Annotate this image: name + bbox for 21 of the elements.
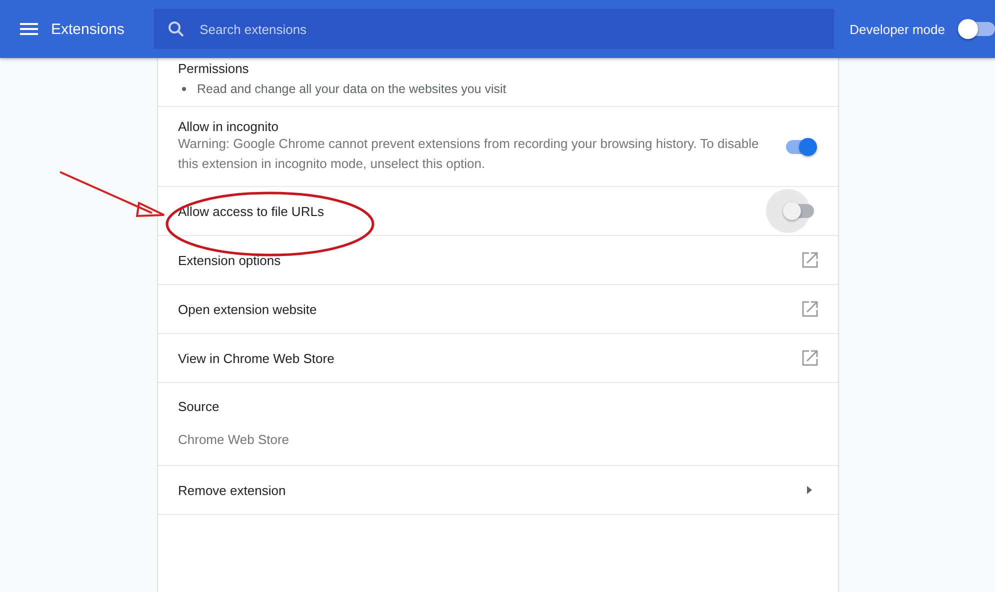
developer-mode-label: Developer mode (850, 22, 945, 36)
link-label[interactable]: Open extension website (178, 302, 317, 316)
setting-label: Allow access to file URLs (178, 204, 324, 218)
setting-label: Allow in incognito (178, 119, 280, 134)
link-label[interactable]: Extension options (178, 252, 281, 268)
source-value: Chrome Web Store (178, 432, 290, 447)
open-in-new-icon[interactable] (802, 301, 818, 317)
developer-mode-toggle[interactable] (961, 22, 995, 36)
setting-description: Warning: Google Chrome cannot prevent extensions from recording your browsing history. To disable this extension in incognito mode, unselect this option. (178, 135, 760, 173)
setting-label: Source (178, 399, 220, 414)
link-label[interactable]: View in Chrome Web Store (178, 350, 334, 366)
open-in-new-icon[interactable] (802, 350, 818, 366)
bullet-icon (182, 87, 186, 91)
remove-extension-link[interactable]: Remove extension (178, 482, 286, 498)
menu-icon[interactable] (20, 23, 38, 35)
section-heading: Permissions (178, 61, 250, 77)
search-field[interactable]: Search extensions (154, 9, 834, 49)
page-title: Extensions (51, 20, 126, 38)
caret-icon[interactable] (807, 486, 812, 494)
permission-item: Read and change all your data on the websites you visit (197, 82, 506, 96)
open-in-new-icon[interactable] (802, 252, 818, 268)
